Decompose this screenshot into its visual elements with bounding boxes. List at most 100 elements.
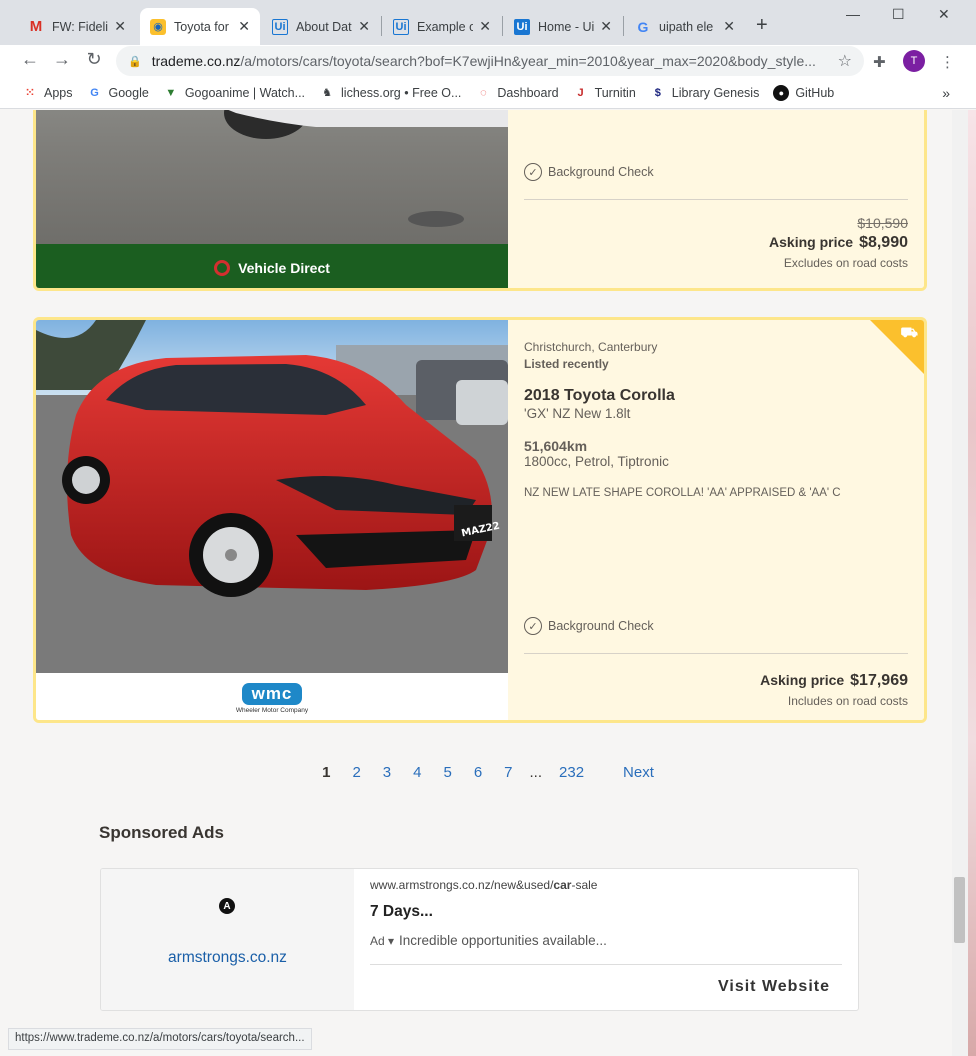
next-page-link[interactable]: Next — [623, 764, 654, 781]
url-host: trademe.co.nz — [151, 53, 241, 69]
bookmark-turnitin[interactable]: J Turnitin — [573, 85, 636, 101]
dealer-banner[interactable]: Vehicle Direct — [36, 244, 508, 288]
background-check: ✓ Background Check — [524, 617, 654, 635]
ad-url-suffix: -sale — [571, 878, 598, 892]
tab-about-data[interactable]: Ui About Dat ✕ — [262, 8, 380, 45]
divider — [524, 199, 908, 200]
price-block: $10,590 Asking price $8,990 Excludes on r… — [769, 215, 908, 270]
dealer-banner[interactable]: wmc Wheeler Motor Company — [36, 673, 508, 720]
forward-arrow-icon[interactable]: → — [50, 49, 74, 70]
ad-description: Ad ▾ Incredible opportunities available..… — [370, 933, 607, 948]
github-icon: ● — [773, 84, 790, 101]
desktop-background — [968, 110, 976, 1056]
price-value: $8,990 — [859, 234, 908, 251]
page-7[interactable]: 7 — [504, 764, 512, 781]
extensions-puzzle-icon[interactable]: ✚ — [873, 53, 886, 71]
car-photo[interactable] — [36, 110, 516, 244]
google-icon: G — [90, 86, 99, 99]
ad-domain-link[interactable]: armstrongs.co.nz — [101, 949, 354, 967]
vehicle-direct-logo-icon — [214, 259, 231, 276]
listing-title[interactable]: 2018 Toyota Corolla — [524, 387, 675, 405]
listing-card[interactable]: MAZ22 wmc Wheeler Motor Company ⛟ Christ… — [33, 317, 927, 723]
tab-google-search[interactable]: G uipath ele ✕ — [625, 8, 745, 45]
bookmark-lichess[interactable]: ♞ lichess.org • Free O... — [319, 85, 461, 101]
close-icon[interactable]: ✕ — [358, 18, 370, 35]
turnitin-icon: J — [577, 86, 584, 99]
divider — [370, 964, 842, 965]
check-circle-icon: ✓ — [524, 163, 542, 181]
reload-icon[interactable]: ↻ — [82, 49, 106, 70]
google-icon: G — [637, 18, 649, 35]
asking-price-label: Asking price — [769, 234, 854, 250]
library-genesis-icon: $ — [654, 86, 661, 99]
engine-specs: 1800cc, Petrol, Tiptronic — [524, 454, 669, 469]
ad-logo-panel[interactable]: A armstrongs.co.nz — [101, 869, 354, 1010]
page-6[interactable]: 6 — [474, 764, 482, 781]
check-circle-icon: ✓ — [524, 617, 542, 635]
close-icon[interactable]: ✕ — [600, 18, 612, 35]
ad-headline[interactable]: 7 Days... — [370, 903, 433, 921]
uipath-icon: Ui — [272, 18, 288, 35]
bookmark-star-icon[interactable]: ☆ — [838, 51, 852, 71]
armstrongs-logo-icon: A — [219, 898, 235, 914]
scrollbar-thumb[interactable] — [954, 877, 965, 943]
ad-display-url: www.armstrongs.co.nz/new&used/car-sale — [370, 878, 597, 892]
tab-gmail[interactable]: M FW: Fidelity ✕ — [18, 8, 136, 45]
car-photo-image — [224, 110, 516, 227]
bookmark-dashboard[interactable]: ◌ Dashboard — [475, 85, 558, 101]
lock-icon: 🔒 — [128, 55, 142, 68]
visit-website-button[interactable]: Visit Website — [718, 978, 830, 996]
close-icon[interactable]: ✕ — [479, 18, 491, 35]
profile-avatar[interactable]: T — [903, 50, 925, 72]
page-last[interactable]: 232 — [559, 764, 584, 781]
listing-subtitle: 'GX' NZ New 1.8lt — [524, 406, 631, 421]
menu-kebab-icon[interactable]: ⋮ — [940, 53, 955, 71]
bookmark-apps[interactable]: ⁙ Apps — [22, 85, 72, 101]
bookmarks-overflow-icon[interactable]: » — [942, 85, 950, 101]
add-to-watchlist-icon[interactable]: ⛟ — [900, 324, 918, 343]
tab-title: About Dat — [296, 19, 352, 34]
uipath-icon: Ui — [514, 18, 530, 35]
divider — [524, 653, 908, 654]
bookmarks-bar: ⁙ Apps G Google ▼ Gogoanime | Watch... ♞… — [0, 77, 976, 109]
maximize-icon[interactable]: ☐ — [892, 6, 905, 23]
listing-card[interactable]: Vehicle Direct ✓ Background Check $10,59… — [33, 110, 927, 291]
gmail-icon: M — [29, 18, 43, 35]
close-icon[interactable]: ✕ — [723, 18, 735, 35]
back-arrow-icon[interactable]: ← — [18, 49, 42, 70]
tab-separator — [381, 16, 382, 36]
car-photo-image: MAZ22 — [36, 320, 508, 673]
window-close-icon[interactable]: ✕ — [938, 6, 950, 23]
address-bar[interactable]: 🔒 trademe.co.nz/a/motors/cars/toyota/sea… — [116, 46, 864, 76]
bookmark-gogoanime[interactable]: ▼ Gogoanime | Watch... — [163, 85, 305, 101]
background-check: ✓ Background Check — [524, 163, 654, 181]
page-4[interactable]: 4 — [413, 764, 421, 781]
close-icon[interactable]: ✕ — [238, 18, 250, 35]
bookmark-github[interactable]: ● GitHub — [773, 84, 834, 101]
minimize-icon[interactable]: — — [846, 6, 860, 22]
car-photo[interactable]: MAZ22 — [36, 320, 508, 673]
tab-home-uipath[interactable]: Ui Home - Ui ✕ — [504, 8, 622, 45]
bookmark-label: Gogoanime | Watch... — [184, 85, 306, 100]
status-url-bar: https://www.trademe.co.nz/a/motors/cars/… — [8, 1028, 312, 1050]
new-tab-button[interactable]: + — [756, 14, 768, 37]
asking-price-label: Asking price — [760, 672, 845, 688]
tab-trademe[interactable]: ◉ Toyota for ✕ — [140, 8, 260, 45]
page-content: Vehicle Direct ✓ Background Check $10,59… — [8, 110, 968, 1056]
tab-title: FW: Fidelity — [52, 19, 109, 34]
page-2[interactable]: 2 — [352, 764, 360, 781]
tab-example[interactable]: Ui Example o ✕ — [383, 8, 501, 45]
page-scrollbar[interactable] — [952, 110, 968, 1056]
dealer-tagline: Wheeler Motor Company — [235, 706, 309, 714]
pagination: 1 2 3 4 5 6 7 ... 232 Next — [8, 764, 968, 781]
page-5[interactable]: 5 — [443, 764, 451, 781]
bookmark-label: lichess.org • Free O... — [341, 85, 462, 100]
close-icon[interactable]: ✕ — [114, 18, 126, 35]
bookmark-library-genesis[interactable]: $ Library Genesis — [650, 85, 760, 101]
sponsored-ad[interactable]: A armstrongs.co.nz www.armstrongs.co.nz/… — [100, 868, 859, 1011]
bookmark-google[interactable]: G Google — [87, 85, 149, 101]
lichess-icon: ♞ — [322, 87, 332, 99]
pagination-ellipsis: ... — [529, 764, 543, 781]
page-3[interactable]: 3 — [383, 764, 391, 781]
ad-label[interactable]: Ad ▾ — [370, 934, 394, 948]
